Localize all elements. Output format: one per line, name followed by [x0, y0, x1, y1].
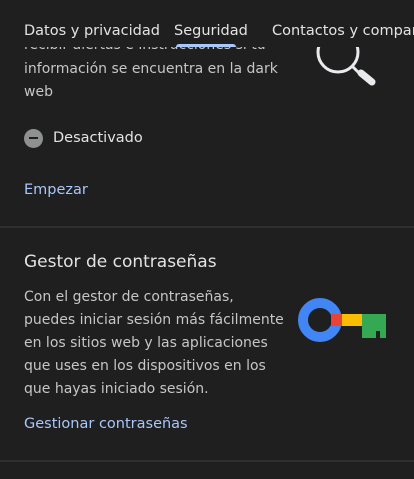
password-manager-title: Gestor de contraseñas: [24, 252, 217, 272]
tab-bar: Datos y privacidad Seguridad Contactos y…: [0, 0, 414, 47]
section-divider: [0, 226, 414, 228]
status-label: Desactivado: [53, 130, 143, 146]
tab-security[interactable]: Seguridad: [174, 23, 248, 39]
google-key-icon: [298, 298, 386, 342]
manage-passwords-link[interactable]: Gestionar contraseñas: [24, 416, 188, 432]
security-page-content: recibir alertas e instrucciones si tu in…: [0, 0, 414, 479]
tab-contacts-sharing[interactable]: Contactos y compartir: [272, 23, 414, 39]
start-link[interactable]: Empezar: [24, 182, 88, 198]
dark-web-status: Desactivado: [24, 128, 143, 148]
password-manager-description: Con el gestor de contraseñas, puedes ini…: [24, 289, 284, 397]
minus-circle-icon: [24, 128, 43, 148]
tab-data-privacy[interactable]: Datos y privacidad: [24, 23, 160, 39]
section-divider: [0, 460, 414, 462]
active-tab-indicator: [176, 44, 236, 47]
